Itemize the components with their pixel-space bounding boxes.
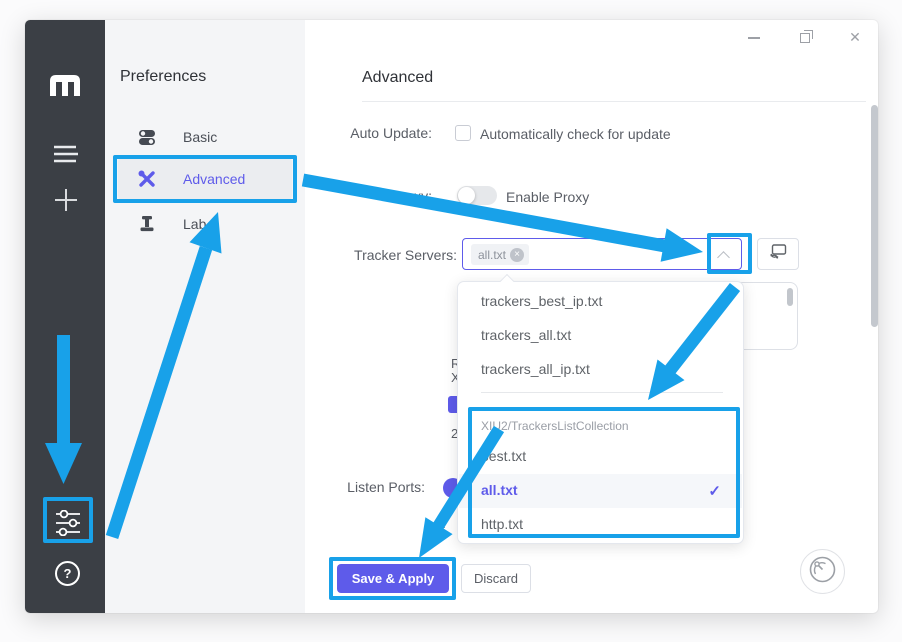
dropdown-group-label: XIU2/TrackersListCollection: [481, 419, 629, 433]
add-task-icon[interactable]: [53, 187, 79, 218]
minimize-button[interactable]: [745, 29, 763, 47]
help-icon[interactable]: ?: [55, 561, 80, 586]
obscured-text-fragment: E: [436, 515, 445, 531]
save-apply-button[interactable]: Save & Apply: [337, 564, 449, 593]
minimize-icon: [748, 37, 760, 39]
chevron-up-icon[interactable]: [717, 251, 730, 264]
sidebar-item-label: Advanced: [183, 171, 245, 187]
preferences-panel: Preferences Basic: [105, 20, 305, 613]
sidebar-item-label: Lab: [183, 216, 206, 232]
motrix-logo-icon: [50, 75, 80, 101]
proxy-toggle-label: Enable Proxy: [506, 189, 589, 205]
dropdown-item[interactable]: trackers_best_ip.txt: [481, 293, 602, 309]
close-icon: ✕: [849, 29, 861, 46]
advanced-tools-icon: [138, 170, 156, 188]
tag-remove-icon[interactable]: ×: [510, 248, 524, 262]
tracker-servers-label: Tracker Servers:: [257, 247, 457, 263]
speedometer-icon: [806, 553, 839, 591]
proxy-label: Proxy:: [232, 188, 432, 204]
dropdown-item[interactable]: trackers_all.txt: [481, 327, 571, 343]
dropdown-item-selected[interactable]: all.txt: [481, 482, 518, 498]
basic-switches-icon: [138, 128, 156, 146]
sidebar-item-lab[interactable]: Lab: [118, 206, 292, 242]
app-rail: ?: [25, 20, 105, 613]
screenshot-stage: ? Preferences Basic: [0, 0, 902, 642]
proxy-toggle[interactable]: [457, 186, 497, 205]
listen-ports-label: Listen Ports:: [225, 479, 425, 495]
title-divider: [362, 101, 866, 102]
restore-icon: [800, 33, 810, 43]
lab-stamp-icon: [138, 215, 156, 233]
sync-trackers-button[interactable]: [757, 238, 799, 270]
close-button[interactable]: ✕: [846, 28, 864, 46]
page-title: Advanced: [362, 69, 433, 87]
auto-update-checkbox[interactable]: [455, 125, 471, 141]
auto-update-label: Auto Update:: [232, 125, 432, 141]
dropdown-item[interactable]: http.txt: [481, 516, 523, 532]
tracker-dropdown: trackers_best_ip.txt trackers_all.txt tr…: [457, 281, 744, 544]
speed-limit-button[interactable]: [800, 549, 845, 594]
preferences-sliders-icon[interactable]: [55, 510, 81, 541]
textarea-scrollbar-thumb[interactable]: [787, 288, 793, 306]
selected-tracker-tag: all.txt ×: [471, 244, 529, 265]
sync-icon: [769, 243, 788, 265]
dropdown-caret: [500, 274, 514, 288]
dropdown-item[interactable]: trackers_all_ip.txt: [481, 361, 590, 377]
proxy-toggle-knob: [458, 187, 475, 204]
restore-button[interactable]: [796, 29, 814, 47]
content-scrollbar-thumb[interactable]: [871, 105, 878, 327]
tag-label: all.txt: [478, 248, 506, 262]
task-list-icon[interactable]: [53, 144, 79, 169]
discard-button[interactable]: Discard: [461, 564, 531, 593]
dropdown-divider: [481, 392, 723, 393]
help-glyph: ?: [64, 566, 72, 581]
preferences-title: Preferences: [120, 68, 206, 86]
check-icon: ✓: [708, 482, 721, 500]
tracker-servers-select[interactable]: all.txt ×: [462, 238, 742, 270]
sidebar-item-label: Basic: [183, 129, 217, 145]
auto-update-checkbox-label[interactable]: Automatically check for update: [480, 126, 671, 142]
dropdown-item[interactable]: best.txt: [481, 448, 526, 464]
app-window: ? Preferences Basic: [25, 20, 878, 613]
